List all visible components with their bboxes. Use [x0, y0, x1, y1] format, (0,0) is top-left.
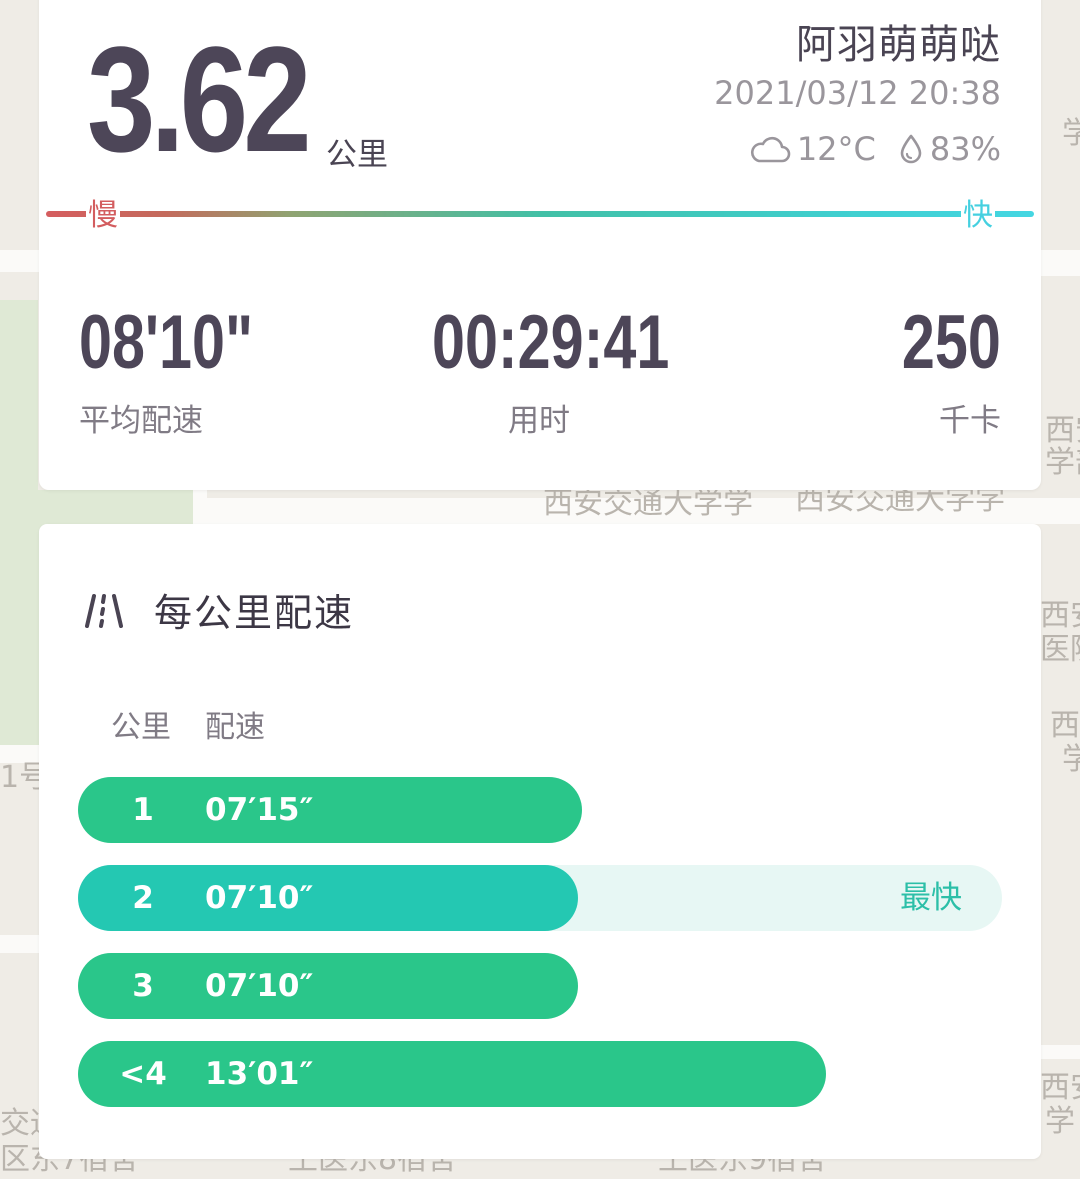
split-row: 2 07′10″ 最快 [78, 865, 1002, 931]
column-header-pace: 配速 [205, 710, 265, 745]
map-label: 学部 [1045, 445, 1080, 480]
map-label: 西安交通大学学 [543, 486, 753, 521]
cloud-icon [750, 136, 791, 163]
split-row: 1 07′15″ [78, 777, 1002, 843]
split-pace: 07′10″ [205, 968, 314, 1004]
temperature: 12°C [749, 130, 876, 168]
humidity: 83% [898, 130, 1001, 168]
pace-gradient-bar [46, 211, 1034, 217]
avg-pace-label: 平均配速 [79, 403, 203, 439]
map-label: 西安 [1040, 598, 1080, 633]
map-label: 学 [1062, 742, 1080, 777]
fastest-badge: 最快 [900, 880, 962, 916]
avg-pace-value: 08'10" [79, 300, 254, 385]
split-km: <4 [119, 1056, 167, 1092]
user-name: 阿羽萌萌哒 [796, 22, 1001, 68]
map-road [0, 935, 40, 953]
water-drop-icon [900, 134, 922, 164]
run-datetime: 2021/03/12 20:38 [714, 74, 1001, 112]
splits-header: 每公里配速 [84, 582, 354, 637]
map-label: 西 [1050, 708, 1080, 743]
map-label: 西安 [1045, 413, 1080, 448]
split-pace: 07′10″ [205, 880, 314, 916]
calories-label: 千卡 [939, 403, 1001, 439]
duration-label: 用时 [508, 403, 570, 439]
duration-value: 00:29:41 [432, 300, 670, 385]
map-road [1040, 260, 1080, 276]
split-pace: 13′01″ [205, 1056, 314, 1092]
map-label: 医院 [1040, 632, 1080, 667]
pace-slow-label: 慢 [86, 198, 120, 233]
road-icon [85, 593, 123, 628]
split-pace: 07′15″ [205, 792, 314, 828]
km-splits-card: 每公里配速 公里 配速 1 07′15″ 2 07′10″ 最快 3 07′10… [39, 524, 1041, 1159]
map-label: 西安 [1040, 1070, 1080, 1105]
map-label: 学 [1062, 116, 1080, 151]
weather-info: 12°C 83% [749, 130, 1001, 168]
pace-fast-label: 快 [961, 198, 995, 233]
humidity-value: 83% [929, 130, 1001, 168]
split-km: 2 [132, 880, 154, 916]
splits-title: 每公里配速 [154, 591, 355, 635]
split-row: <4 13′01″ [78, 1041, 1002, 1107]
column-header-km: 公里 [111, 710, 171, 745]
distance-unit: 公里 [326, 137, 388, 173]
split-km: 3 [132, 968, 154, 1004]
map-road [1040, 1045, 1080, 1059]
calories-value: 250 [902, 300, 1001, 385]
temperature-value: 12°C [796, 130, 876, 168]
distance-value: 3.62 [87, 15, 312, 183]
split-km: 1 [132, 792, 154, 828]
map-label: 学 [1045, 1104, 1075, 1139]
split-row: 3 07′10″ [78, 953, 1002, 1019]
